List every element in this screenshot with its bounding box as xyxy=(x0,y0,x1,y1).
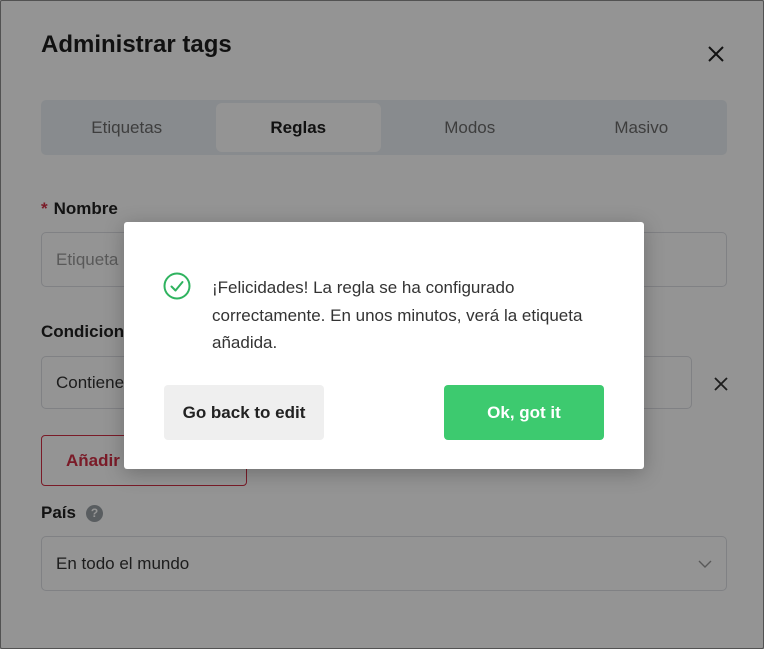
success-modal: ¡Felicidades! La regla se ha configurado… xyxy=(124,222,644,469)
go-back-button[interactable]: Go back to edit xyxy=(164,385,324,440)
check-circle-icon xyxy=(163,272,191,300)
success-message: ¡Felicidades! La regla se ha configurado… xyxy=(212,278,583,352)
ok-button[interactable]: Ok, got it xyxy=(444,385,604,440)
